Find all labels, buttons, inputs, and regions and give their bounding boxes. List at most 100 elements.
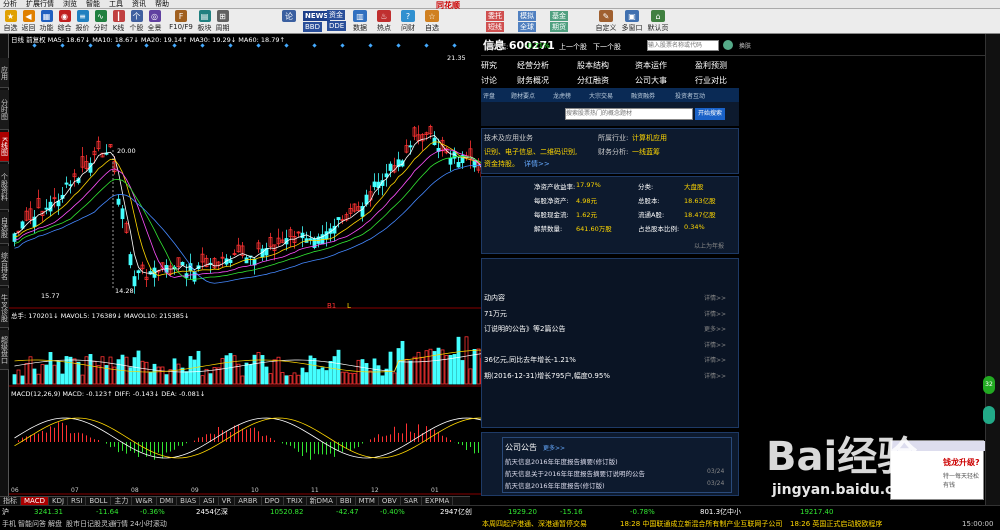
side-tab-timeshare[interactable]: 分时图 <box>0 90 9 130</box>
nav-equity[interactable]: 股本结构 <box>577 60 609 71</box>
indicator-tab[interactable]: RSI <box>68 497 87 505</box>
float-badge-icon[interactable] <box>983 406 995 424</box>
news-item[interactable]: 动内容 <box>484 293 505 303</box>
stock-pal-link[interactable]: 股灵通 <box>94 518 115 530</box>
watchlist-button[interactable]: ☆ 自选 <box>420 10 444 33</box>
stock-button[interactable]: 个个股 <box>128 10 145 33</box>
side-tab-level2[interactable]: 超级盘口 <box>0 330 9 370</box>
menu-item[interactable]: 工具 <box>109 0 123 9</box>
ask-button[interactable]: ? 问财 <box>396 10 420 33</box>
function-button[interactable]: ▦ 功能 <box>38 10 55 33</box>
customize-button[interactable]: ✎ 自定义 <box>594 10 618 33</box>
announcement-item[interactable]: 航天信息2016年年度报告摘要(修订版) <box>505 456 618 466</box>
announcement-more-link[interactable]: 更多>> <box>543 443 565 452</box>
panorama-button[interactable]: ◎ 全景 <box>146 10 163 33</box>
indicator-tab[interactable]: ARBR <box>235 497 262 505</box>
futures-button[interactable]: 期货 <box>550 22 568 32</box>
indicator-tab[interactable]: SAR <box>401 497 423 505</box>
mobile-link[interactable]: 手机 <box>2 518 16 530</box>
float-badge-icon[interactable]: 32 <box>983 376 995 394</box>
indicator-tab[interactable]: BIAS <box>177 497 201 505</box>
overview-button[interactable]: ◉ 综合 <box>56 10 73 33</box>
nav-industry[interactable]: 行业对比 <box>695 75 727 86</box>
timeshare-button[interactable]: ∿ 分时 <box>92 10 109 33</box>
fund-flow-button[interactable]: 资金 <box>327 10 345 20</box>
multi-window-button[interactable]: ▣ 多窗口 <box>620 10 644 33</box>
menu-item[interactable]: 智能 <box>86 0 100 9</box>
concept-search-button[interactable]: 开始搜索 <box>695 108 726 120</box>
menu-item[interactable]: 资讯 <box>132 0 146 9</box>
nav-forecast[interactable]: 盈利预测 <box>695 60 727 71</box>
quote-button[interactable]: ≡ 报价 <box>74 10 91 33</box>
default-page-button[interactable]: ⌂ 默认页 <box>646 10 670 33</box>
qa-link[interactable]: 智能问答 <box>18 518 46 530</box>
rolling-news-link[interactable]: 24小时滚动 <box>130 518 167 530</box>
analysis-value[interactable]: 一线蓝筹 <box>632 147 660 157</box>
news-item[interactable]: 36亿元,同比去年增长-1.21% <box>484 355 576 365</box>
side-tab-watchlist[interactable]: 自选股 <box>0 212 9 244</box>
announcement-item[interactable]: 航天信息关于2016年年度报告摘要订说明的公告 <box>505 468 645 478</box>
menu-item[interactable]: 分析 <box>3 0 17 9</box>
nav-finance[interactable]: 财务概况 <box>517 75 549 86</box>
stock-search-input[interactable] <box>647 40 719 51</box>
short-line-button[interactable]: 短线 <box>486 22 504 32</box>
indicator-tab[interactable]: 主力 <box>111 497 133 505</box>
analysis-link[interactable]: 解盘 <box>48 518 62 530</box>
order-button[interactable]: 委托 <box>486 11 504 21</box>
sector-button[interactable]: ▤ 板块 <box>196 10 213 33</box>
nav-research[interactable]: 研究 <box>481 60 497 71</box>
forum-button[interactable]: 论 <box>277 10 301 23</box>
f10-button[interactable]: F F10/F9 <box>168 10 194 33</box>
fund-button[interactable]: 基金 <box>550 11 568 21</box>
indicator-tab[interactable]: W&R <box>132 497 157 505</box>
indicator-tab[interactable]: DPO <box>262 497 284 505</box>
indicator-tab[interactable]: OBV <box>379 497 401 505</box>
kline-chart-svg[interactable]: 日线 前复权 MA5: 18.67↓ MA10: 18.67↓ MA20: 19… <box>9 34 485 496</box>
dde-button[interactable]: DDE <box>327 21 347 31</box>
next-stock-link[interactable]: 下一个股 <box>593 42 621 52</box>
quote-link[interactable]: 行情 <box>114 518 128 530</box>
diary-link[interactable]: 股市日记 <box>66 518 94 530</box>
indicator-tab[interactable]: BBI <box>337 497 356 505</box>
side-tab-kline[interactable]: K线图 <box>0 132 9 162</box>
skin-button[interactable]: 换肤 <box>739 41 751 50</box>
indicator-tab[interactable]: MTM <box>356 497 379 505</box>
indicator-tab[interactable]: VR <box>219 497 236 505</box>
news-item[interactable]: 期(2016-12-31)增长795户,幅度0.95% <box>484 371 610 381</box>
hotspot-button[interactable]: ♨ 热点 <box>372 10 396 33</box>
indicator-tab[interactable]: EXPMA <box>422 497 454 505</box>
period-button[interactable]: ⊞ 周期 <box>214 10 231 33</box>
news-item-more-link[interactable]: 详情>> <box>704 340 726 349</box>
news-item-more-link[interactable]: 详情>> <box>704 371 726 380</box>
news-item[interactable]: 71万元 <box>484 309 507 319</box>
search-go-icon[interactable] <box>723 40 733 50</box>
kline-button[interactable]: ┃ K线 <box>110 10 127 33</box>
indicator-tab[interactable]: BOLL <box>86 497 112 505</box>
global-button[interactable]: 全球 <box>518 22 536 32</box>
concept-search-input[interactable] <box>565 108 693 120</box>
ticker-news-3[interactable]: 18:26 英国正式启动脱欧程序 <box>790 518 882 530</box>
favorites-button[interactable]: ★ 自选 <box>2 10 19 33</box>
menu-item[interactable]: 扩展行情 <box>26 0 54 9</box>
news-item[interactable]: 订说明的公告》等2篇公告 <box>484 324 565 334</box>
prev-stock-link[interactable]: 上一个股 <box>559 42 587 52</box>
nav-operation[interactable]: 经营分析 <box>517 60 549 71</box>
menu-item[interactable]: 浏览 <box>63 0 77 9</box>
indicator-tab[interactable]: DMI <box>157 497 178 505</box>
news-item-more-link[interactable]: 详情>> <box>704 355 726 364</box>
bbd-button[interactable]: BBD <box>303 22 322 32</box>
news-item-more-link[interactable]: 详情>> <box>704 293 726 302</box>
ticker-news-2[interactable]: 18:28 中国联通成立新混合所有制产业互联网子公司 <box>620 518 782 530</box>
side-tab-ranking[interactable]: 综合排名 <box>0 246 9 286</box>
right-scroll-area[interactable]: 32 <box>983 34 1000 505</box>
news-item-more-link[interactable]: 更多>> <box>704 324 726 333</box>
side-tab-profile[interactable]: 个股资料 <box>0 164 9 210</box>
announcement-item[interactable]: 航天信息2016年年度报告(修订版) <box>505 480 605 490</box>
side-tab-apps[interactable]: 应用 <box>0 58 9 88</box>
simulate-button[interactable]: 模拟 <box>518 11 536 21</box>
nav-dividend[interactable]: 分红融资 <box>577 75 609 86</box>
back-button[interactable]: ◀ 返回 <box>20 10 37 33</box>
data-button[interactable]: ▥ 数据 <box>348 10 372 33</box>
side-tab-diagnosis[interactable]: 牛叉诊股 <box>0 288 9 328</box>
indicator-tab[interactable]: KDJ <box>49 497 69 505</box>
